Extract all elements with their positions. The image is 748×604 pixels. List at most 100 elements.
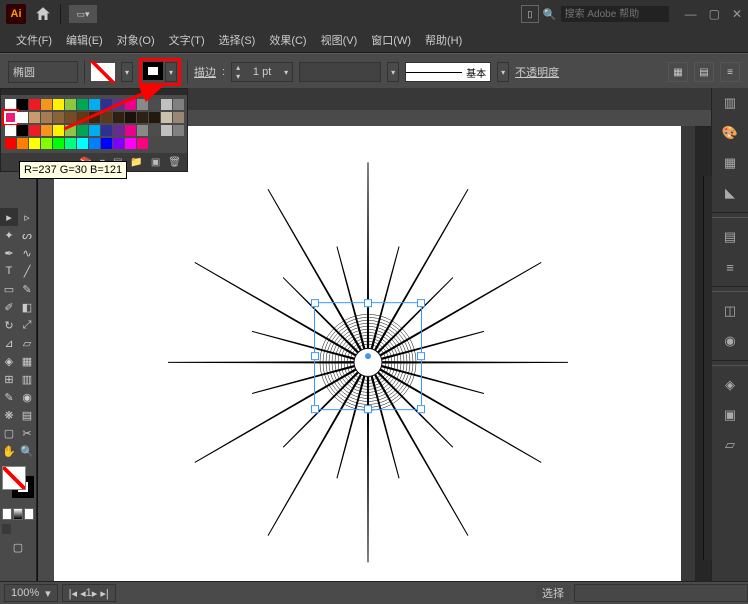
swatch[interactable] <box>173 112 184 123</box>
swatch[interactable] <box>5 125 16 136</box>
swatch[interactable] <box>65 138 76 149</box>
symbols-panel-icon[interactable]: ▤ <box>719 226 741 248</box>
swatch[interactable] <box>65 112 76 123</box>
swatch[interactable] <box>77 125 88 136</box>
swatch[interactable] <box>41 99 52 110</box>
transform-icon[interactable]: ▤ <box>694 62 714 82</box>
paintbrush-tool[interactable]: ✎ <box>18 280 36 298</box>
width-tool[interactable]: ⊿ <box>0 334 18 352</box>
swatch[interactable] <box>65 125 76 136</box>
draw-inside[interactable] <box>25 524 34 534</box>
swatch[interactable] <box>77 112 88 123</box>
swatch[interactable] <box>89 138 100 149</box>
align-icon[interactable]: ▦ <box>668 62 688 82</box>
swatch[interactable] <box>101 138 112 149</box>
layers-panel-icon[interactable]: ◈ <box>719 374 741 396</box>
shape-builder-tool[interactable]: ◈ <box>0 352 18 370</box>
swatch[interactable] <box>53 138 64 149</box>
swatch[interactable] <box>53 99 64 110</box>
brush-dropdown[interactable]: ▾ <box>497 62 509 82</box>
swatch[interactable] <box>77 138 88 149</box>
swatch[interactable] <box>5 112 16 123</box>
swatch[interactable] <box>113 112 124 123</box>
color-mode[interactable] <box>2 508 12 520</box>
zoom-tool[interactable]: 🔍 <box>18 442 36 460</box>
appearance-panel-icon[interactable]: ◉ <box>719 330 741 352</box>
scrollbar-vertical[interactable] <box>681 126 695 582</box>
swatch[interactable] <box>41 138 52 149</box>
swatch[interactable] <box>89 99 100 110</box>
swatch[interactable] <box>149 99 160 110</box>
brushes-panel-icon[interactable]: ◣ <box>719 182 741 204</box>
swatch[interactable] <box>89 112 100 123</box>
screen-mode[interactable]: ▢ <box>0 538 36 556</box>
type-tool[interactable]: T <box>0 262 18 280</box>
stroke-panel-icon[interactable]: ≡ <box>719 256 741 278</box>
swatches-panel-icon[interactable]: ▦ <box>719 152 741 174</box>
artboard-nav[interactable]: |◂ ◂ 1 ▸ ▸| <box>62 584 116 602</box>
home-icon[interactable] <box>34 5 52 23</box>
swatch[interactable] <box>101 112 112 123</box>
mesh-tool[interactable]: ⊞ <box>0 370 18 388</box>
restore-button[interactable]: ▢ <box>709 7 720 21</box>
swatch[interactable] <box>137 125 148 136</box>
fill-indicator[interactable] <box>91 63 115 81</box>
gradient-mode[interactable] <box>13 508 23 520</box>
stroke-dropdown[interactable]: ▾ <box>165 62 177 82</box>
close-button[interactable]: ✕ <box>732 7 742 21</box>
selection-bounding-box[interactable] <box>314 302 422 410</box>
menu-select[interactable]: 选择(S) <box>213 30 262 50</box>
swatch[interactable] <box>17 138 28 149</box>
swatch[interactable] <box>125 112 136 123</box>
swatch[interactable] <box>173 99 184 110</box>
new-group-icon[interactable]: 📁 <box>130 157 142 168</box>
rotate-tool[interactable]: ↻ <box>0 316 18 334</box>
workspace-switcher[interactable]: ▭▾ <box>69 5 97 23</box>
swatch[interactable] <box>29 99 40 110</box>
swatch[interactable] <box>53 125 64 136</box>
swatch[interactable] <box>5 138 16 149</box>
free-transform-tool[interactable]: ▱ <box>18 334 36 352</box>
curvature-tool[interactable]: ∿ <box>18 244 36 262</box>
magic-wand-tool[interactable]: ✦ <box>0 226 18 244</box>
opacity-link[interactable]: 不透明度 <box>515 64 559 80</box>
direct-selection-tool[interactable]: ▹ <box>18 208 36 226</box>
none-mode[interactable] <box>24 508 34 520</box>
eyedropper-tool[interactable]: ✎ <box>0 388 18 406</box>
menu-view[interactable]: 视图(V) <box>315 30 364 50</box>
artboard-tool[interactable]: ▢ <box>0 424 18 442</box>
transform-panel-icon[interactable]: ◫ <box>719 300 741 322</box>
swatch[interactable] <box>29 138 40 149</box>
swatch[interactable] <box>137 112 148 123</box>
swatch[interactable] <box>113 125 124 136</box>
swatch[interactable] <box>17 112 28 123</box>
swatch[interactable] <box>101 125 112 136</box>
delete-swatch-icon[interactable]: 🗑 <box>168 157 181 168</box>
swatch[interactable] <box>149 112 160 123</box>
more-icon[interactable]: ≡ <box>720 62 740 82</box>
swatch[interactable] <box>41 125 52 136</box>
swatch[interactable] <box>29 112 40 123</box>
gradient-tool[interactable]: ▥ <box>18 370 36 388</box>
swatch[interactable] <box>65 99 76 110</box>
graph-tool[interactable]: ▤ <box>18 406 36 424</box>
symbol-sprayer-tool[interactable]: ❋ <box>0 406 18 424</box>
asset-panel-icon[interactable]: ▣ <box>719 404 741 426</box>
selection-tool[interactable]: ▸ <box>0 208 18 226</box>
vwp-dropdown[interactable]: ▾ <box>387 62 399 82</box>
eraser-tool[interactable]: ◧ <box>18 298 36 316</box>
canvas[interactable] <box>54 126 681 582</box>
lasso-tool[interactable]: ᔕ <box>18 226 36 244</box>
swatch[interactable] <box>125 125 136 136</box>
swatch[interactable] <box>137 99 148 110</box>
draw-behind[interactable] <box>13 524 22 534</box>
new-swatch-icon[interactable]: ▣ <box>151 157 160 168</box>
shape-combo[interactable]: 椭圆 <box>8 61 78 83</box>
swatch[interactable] <box>17 99 28 110</box>
swatch[interactable] <box>113 138 124 149</box>
swatch[interactable] <box>101 99 112 110</box>
menu-window[interactable]: 窗口(W) <box>365 30 417 50</box>
swatch[interactable] <box>89 125 100 136</box>
swatch[interactable] <box>41 112 52 123</box>
search-input[interactable] <box>561 6 669 22</box>
